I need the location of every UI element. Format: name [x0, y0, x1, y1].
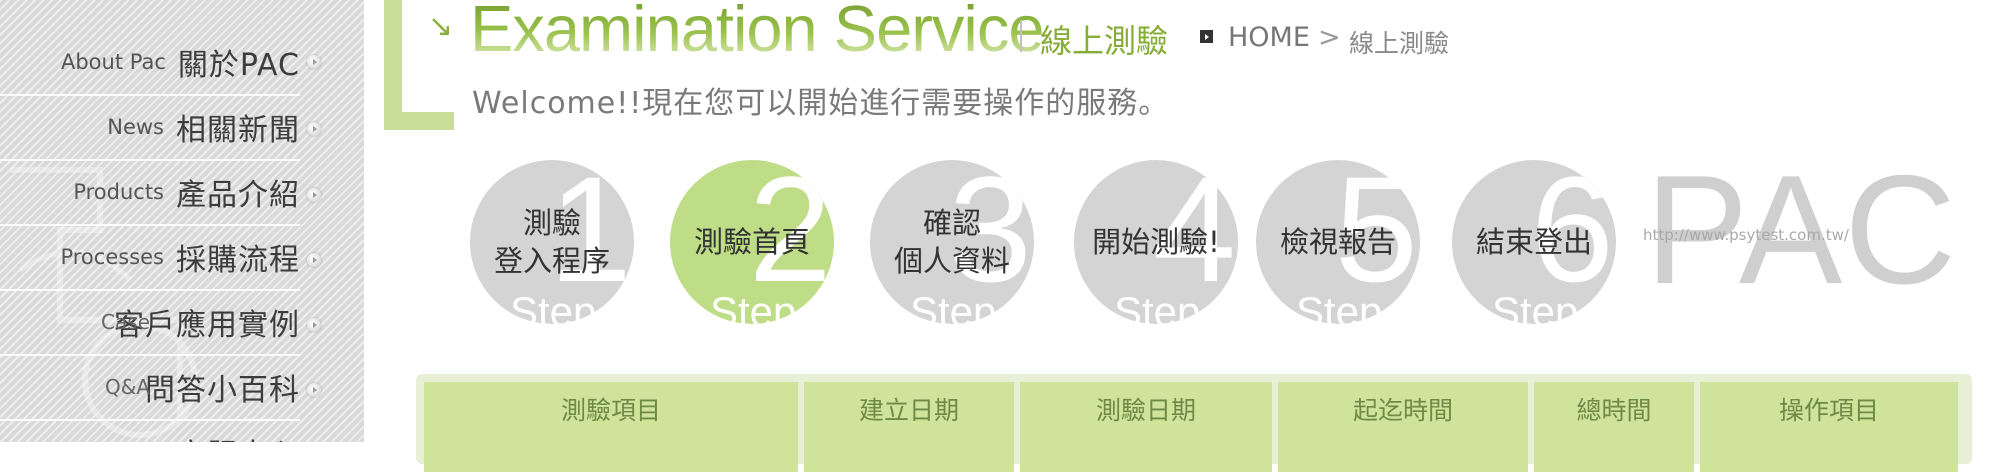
step-word: Step — [1492, 288, 1579, 324]
step-label: 測驗首頁 — [693, 225, 810, 259]
nav-item-about[interactable]: About Pac 關於PAC — [0, 30, 300, 96]
nav-item-zh-label: 相關新聞 — [176, 113, 300, 148]
nav-item-processes[interactable]: Processes 採購流程 — [0, 225, 300, 291]
step-word: Step — [1114, 288, 1201, 324]
step-3-confirm-profile[interactable]: 3 Step 確認 個人資料 — [870, 160, 1034, 324]
step-word: Step — [710, 288, 797, 324]
nav-item-service[interactable]: 客服中心 — [0, 420, 300, 442]
step-2-home[interactable]: 2 Step 測驗首頁 — [670, 160, 834, 324]
exam-table: 測驗項目 建立日期 測驗日期 起迄時間 總時間 操作項目 — [416, 374, 1972, 472]
step-word: Step — [1296, 288, 1383, 324]
nav-bullet-icon — [307, 383, 321, 397]
nav-item-products[interactable]: Products 產品介紹 — [0, 160, 300, 226]
title-divider — [1020, 20, 1022, 52]
nav-item-en-label: Q&A — [104, 375, 150, 399]
column-header-created-date: 建立日期 — [804, 382, 1014, 472]
nav-bullet-icon — [307, 55, 321, 69]
step-word: Step — [510, 288, 597, 324]
page-title: Examination Service — [470, 0, 1044, 64]
column-header-test-date: 測驗日期 — [1020, 382, 1272, 472]
step-1-login[interactable]: 1 Step 測驗 登入程序 — [470, 160, 634, 324]
breadcrumb-arrow-icon — [1200, 30, 1213, 43]
nav-item-news[interactable]: News 相關新聞 — [0, 95, 300, 161]
step-word: Step — [910, 288, 997, 324]
nav-item-zh-label: 客服中心 — [176, 430, 300, 442]
nav-item-zh-label: 關於PAC — [177, 48, 300, 83]
nav-item-zh-label: 採購流程 — [176, 243, 300, 278]
step-5-view-report[interactable]: 5 Step 檢視報告 — [1256, 160, 1420, 324]
nav-item-en-label: Products — [73, 180, 164, 204]
step-label: 檢視報告 — [1279, 225, 1396, 259]
nav-bullet-icon — [307, 122, 321, 136]
column-header-time-range: 起迄時間 — [1278, 382, 1528, 472]
nav-item-en-label: Processes — [60, 245, 164, 269]
nav-item-qa[interactable]: Q&A 問答小百科 — [0, 355, 300, 421]
step-label: 確認 個人資料 — [893, 206, 1010, 278]
step-label: 測驗 登入程序 — [493, 206, 610, 278]
nav-bullet-icon — [307, 253, 321, 267]
step-6-logout[interactable]: 6 Step 結束登出 — [1452, 160, 1616, 324]
column-header-actions: 操作項目 — [1700, 382, 1958, 472]
nav-item-case[interactable]: Case 客戶應用實例 — [0, 290, 300, 356]
arrow-down-right-icon: ↘ — [428, 9, 454, 44]
nav-item-en-label: News — [107, 115, 164, 139]
breadcrumb-current: 線上測驗 — [1349, 29, 1450, 58]
sidebar-nav: About Pac 關於PAC News 相關新聞 Products 產品介紹 … — [0, 0, 364, 442]
site-url: http://www.psytest.com.tw/ — [1643, 226, 1849, 244]
nav-item-en-label: About Pac — [60, 50, 166, 74]
nav-item-zh-label: 問答小百科 — [145, 373, 300, 408]
column-header-total-time: 總時間 — [1534, 382, 1694, 472]
welcome-message: Welcome!!現在您可以開始進行需要操作的服務。 — [472, 86, 1170, 121]
nav-bullet-icon — [307, 188, 321, 202]
nav-bullet-icon — [307, 318, 321, 332]
page-subtitle: 線上測驗 — [1040, 22, 1169, 60]
table-header-row: 測驗項目 建立日期 測驗日期 起迄時間 總時間 操作項目 — [424, 382, 1958, 472]
column-header-test-item: 測驗項目 — [424, 382, 798, 472]
step-4-start-test[interactable]: 4 Step 開始測驗! — [1074, 160, 1238, 324]
step-label: 結束登出 — [1475, 225, 1592, 259]
breadcrumb-home-link[interactable]: HOME — [1228, 22, 1310, 53]
nav-item-zh-label: 產品介紹 — [176, 178, 300, 213]
breadcrumb-separator: > — [1318, 22, 1341, 53]
nav-item-en-label: Case — [101, 310, 150, 334]
step-label: 開始測驗! — [1092, 225, 1220, 259]
